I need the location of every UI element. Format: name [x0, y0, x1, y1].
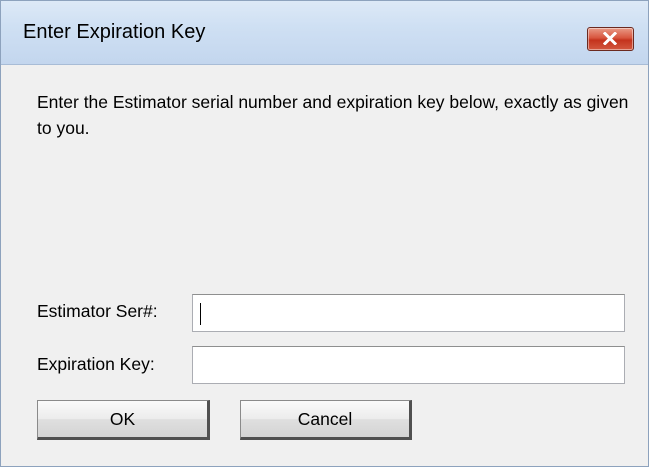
expiration-key-label: Expiration Key: — [37, 354, 155, 374]
instructions-text: Enter the Estimator serial number and ex… — [37, 92, 629, 138]
title-bar[interactable]: Enter Expiration Key — [1, 1, 648, 65]
ok-button[interactable]: OK — [37, 400, 210, 440]
close-button[interactable] — [587, 27, 634, 51]
expiration-key-input[interactable] — [192, 346, 625, 384]
dialog-window: Enter Expiration Key — [0, 0, 649, 467]
close-icon — [603, 32, 617, 45]
serial-number-label: Estimator Ser#: — [37, 301, 158, 321]
window-title: Enter Expiration Key — [23, 21, 206, 43]
text-caret — [200, 303, 201, 325]
serial-number-input[interactable] — [192, 294, 625, 332]
cancel-button[interactable]: Cancel — [240, 400, 412, 440]
